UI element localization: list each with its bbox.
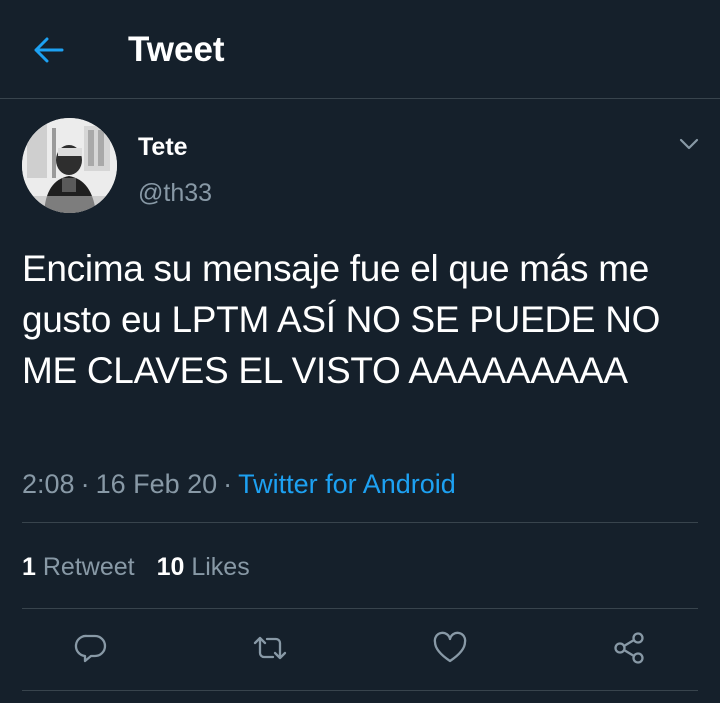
reply-button[interactable] [71, 628, 111, 668]
separator: · [80, 469, 90, 499]
retweets-stat[interactable]: 1 Retweet [22, 553, 135, 581]
reply-icon [74, 634, 107, 663]
divider [22, 608, 698, 609]
tweet-metadata: 2:08 · 16 Feb 20 · Twitter for Android [22, 466, 456, 502]
tweet-time: 2:08 [22, 469, 75, 499]
likes-count: 10 [156, 553, 185, 581]
retweets-label: Retweet [42, 553, 135, 581]
divider [22, 690, 698, 691]
separator: · [223, 469, 233, 499]
divider [22, 522, 698, 523]
top-bar: Tweet [0, 0, 720, 99]
tweet-source-link[interactable]: Twitter for Android [238, 469, 456, 499]
avatar[interactable] [22, 118, 117, 213]
tweet-date: 16 Feb 20 [95, 469, 218, 499]
author-handle[interactable]: @th33 [138, 177, 212, 209]
page-title: Tweet [128, 30, 225, 69]
arrow-left-icon [34, 37, 64, 63]
heart-icon [433, 631, 467, 663]
likes-label: Likes [191, 553, 250, 581]
share-button[interactable] [609, 628, 649, 668]
likes-stat[interactable]: 10 Likes [157, 553, 250, 581]
avatar-photo [22, 118, 117, 213]
retweet-button[interactable] [250, 628, 290, 668]
author-name[interactable]: Tete [138, 131, 188, 163]
chevron-down-icon [679, 138, 699, 150]
share-icon [614, 632, 644, 664]
back-button[interactable] [26, 27, 72, 73]
retweet-icon [253, 636, 287, 660]
like-button[interactable] [430, 628, 470, 668]
tweet-detail-screen: Tweet Tete @th33 Encima su mensaje fue e… [0, 0, 720, 703]
retweets-count: 1 [22, 553, 36, 581]
tweet-menu-button[interactable] [674, 132, 704, 156]
tweet-text: Encima su mensaje fue el que más me gust… [22, 248, 661, 391]
engagement-stats: 1 Retweet 10 Likes [22, 550, 250, 584]
